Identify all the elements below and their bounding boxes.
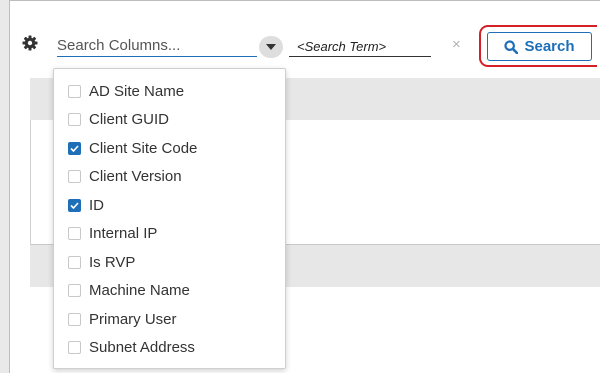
column-option[interactable]: Is RVP: [54, 248, 285, 277]
column-option-label: Client Site Code: [89, 139, 198, 157]
chevron-down-icon: [266, 44, 276, 50]
checkbox[interactable]: [68, 84, 81, 98]
columns-dropdown-panel: AD Site Name Client GUID Client Site Cod…: [53, 68, 286, 369]
checkbox[interactable]: [68, 312, 81, 326]
search-term-input[interactable]: <Search Term>: [289, 37, 431, 57]
column-option-label: Primary User: [89, 310, 177, 328]
column-option[interactable]: Machine Name: [54, 277, 285, 306]
column-option-label: Machine Name: [89, 282, 190, 300]
gear-icon[interactable]: [22, 35, 38, 51]
checkbox[interactable]: [68, 227, 81, 241]
column-option[interactable]: AD Site Name: [54, 77, 285, 106]
column-search-input[interactable]: [57, 34, 257, 57]
column-option-label: Client GUID: [89, 111, 170, 129]
column-option-label: Is RVP: [89, 253, 136, 271]
check-icon: [70, 145, 79, 152]
checkbox[interactable]: [68, 198, 81, 212]
checkbox[interactable]: [68, 170, 81, 184]
checkbox[interactable]: [68, 141, 81, 155]
column-option[interactable]: Subnet Address: [54, 334, 285, 363]
column-option[interactable]: Primary User: [54, 305, 285, 334]
column-option-label: Client Version: [89, 168, 182, 186]
magnifier-icon: [504, 39, 519, 54]
checkbox[interactable]: [68, 113, 81, 127]
column-option[interactable]: Client GUID: [54, 106, 285, 135]
column-option-label: AD Site Name: [89, 82, 185, 100]
checkbox[interactable]: [68, 284, 81, 298]
checkbox[interactable]: [68, 255, 81, 269]
column-option[interactable]: Client Site Code: [54, 134, 285, 163]
search-button-label: Search: [524, 38, 575, 55]
column-option[interactable]: ID: [54, 191, 285, 220]
column-option[interactable]: Client Version: [54, 163, 285, 192]
columns-dropdown-button[interactable]: [259, 36, 283, 58]
column-option-label: Subnet Address: [89, 339, 195, 357]
checkbox[interactable]: [68, 341, 81, 355]
column-option-label: Internal IP: [89, 225, 158, 243]
column-option-label: ID: [89, 196, 104, 214]
check-icon: [70, 202, 79, 209]
column-option[interactable]: Internal IP: [54, 220, 285, 249]
search-button[interactable]: Search: [487, 32, 592, 61]
close-icon[interactable]: ×: [452, 36, 461, 53]
